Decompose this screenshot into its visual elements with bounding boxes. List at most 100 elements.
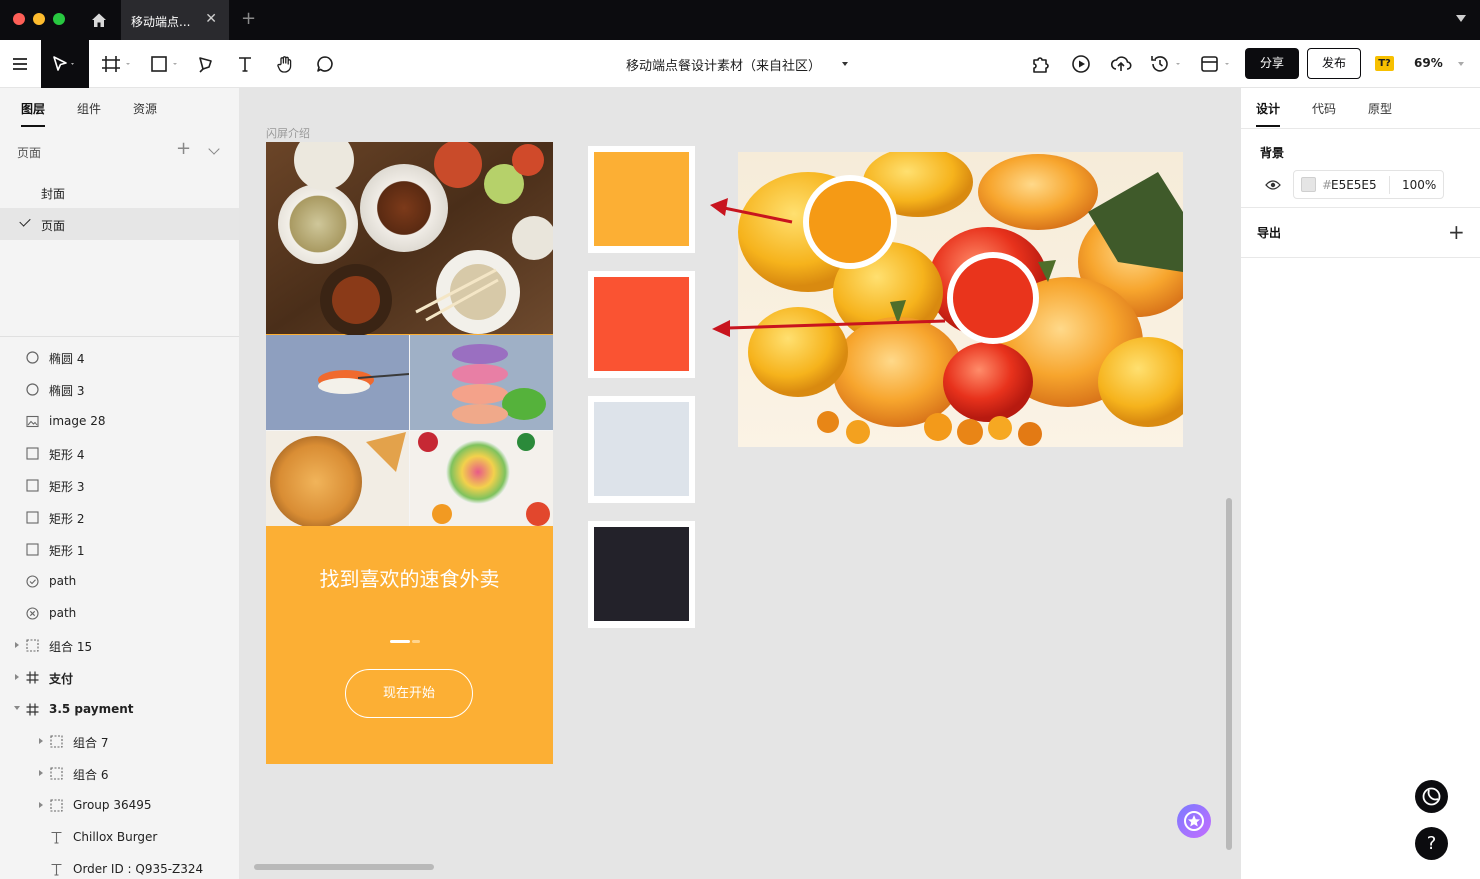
tab-design[interactable]: 设计 (1256, 100, 1280, 117)
color-swatch-dark[interactable] (588, 521, 695, 628)
caret-down-icon[interactable] (14, 706, 20, 710)
layer-row[interactable]: 矩形 3 (0, 470, 239, 502)
missing-font-badge[interactable]: T? (1375, 56, 1394, 71)
background-opacity-input[interactable]: 100% (1402, 178, 1436, 192)
group-icon (26, 639, 39, 652)
shape-tool-button[interactable] (146, 40, 182, 88)
color-swatch-red-orange[interactable] (588, 271, 695, 378)
tab-layers[interactable]: 图层 (21, 100, 45, 117)
tabs-menu-icon[interactable] (1456, 15, 1466, 22)
layer-row[interactable]: 支付 (0, 662, 239, 694)
document-title[interactable]: 移动端点餐设计素材（来自社区） (626, 55, 821, 74)
theme-toggle-button[interactable] (1415, 780, 1448, 813)
layer-row[interactable]: Chillox Burger (0, 822, 239, 854)
layer-name: 3.5 payment (49, 702, 134, 716)
comment-tool-button[interactable] (312, 40, 338, 88)
upload-button[interactable] (1108, 40, 1134, 88)
zoom-caret-icon[interactable] (1458, 62, 1464, 66)
layer-name: Chillox Burger (73, 830, 158, 844)
layer-row[interactable]: 3.5 payment (0, 694, 239, 726)
background-color-chip[interactable] (1301, 177, 1316, 192)
caret-right-icon[interactable] (15, 642, 19, 648)
history-clock-icon (1151, 56, 1180, 72)
frame-tool-button[interactable] (98, 40, 134, 88)
page-item-cover[interactable]: 封面 (0, 176, 239, 208)
swatch-fill (594, 402, 689, 496)
pumpkins-peppers-image[interactable] (738, 152, 1183, 447)
history-button[interactable] (1148, 40, 1184, 88)
text-tool-button[interactable] (232, 40, 258, 88)
document-menu-caret-icon[interactable] (842, 62, 848, 66)
frame-label[interactable]: 闪屏介绍 (266, 125, 310, 141)
start-now-button[interactable]: 现在开始 (345, 669, 473, 718)
document-tab-title: 移动端点... (131, 15, 191, 29)
pointer-arrow-icon (53, 56, 74, 71)
vertical-scrollbar[interactable] (1226, 498, 1232, 850)
layer-row[interactable]: 矩形 2 (0, 502, 239, 534)
tab-code[interactable]: 代码 (1312, 100, 1336, 117)
main-menu-button[interactable] (0, 40, 40, 88)
frame-icon (102, 56, 130, 72)
layer-name: 椭圆 3 (49, 384, 85, 398)
background-hex-input[interactable]: E5E5E5 (1331, 178, 1377, 192)
layer-row[interactable]: Order ID : Q935-Z324 (0, 854, 239, 879)
pen-tool-button[interactable] (192, 40, 220, 88)
layer-name: 组合 7 (73, 736, 109, 750)
layer-row[interactable]: 组合 15 (0, 630, 239, 662)
home-icon[interactable] (90, 11, 108, 29)
maximize-window-button[interactable] (53, 13, 65, 25)
food-collage-image[interactable] (266, 142, 553, 526)
layer-row[interactable]: 组合 6 (0, 758, 239, 790)
minimize-window-button[interactable] (33, 13, 45, 25)
close-window-button[interactable] (13, 13, 25, 25)
collapse-pages-chevron-icon[interactable] (208, 143, 220, 155)
document-tab[interactable]: 移动端点... ✕ (121, 0, 229, 40)
present-button[interactable] (1068, 40, 1094, 88)
horizontal-scrollbar[interactable] (254, 864, 434, 870)
layer-name: 支付 (49, 672, 74, 686)
hand-tool-button[interactable] (272, 40, 298, 88)
splash-headline[interactable]: 找到喜欢的速食外卖 (266, 563, 553, 592)
layer-row[interactable]: 矩形 4 (0, 438, 239, 470)
layer-row[interactable]: 矩形 1 (0, 534, 239, 566)
canvas[interactable]: 闪屏介绍 找到喜欢的速食外卖 现在开始 (240, 88, 1240, 879)
layout-button[interactable] (1198, 40, 1234, 88)
tab-prototype[interactable]: 原型 (1368, 100, 1392, 117)
tab-assets[interactable]: 资源 (133, 100, 157, 117)
layer-row[interactable]: Group 36495 (0, 790, 239, 822)
caret-right-icon[interactable] (39, 770, 43, 776)
layout-panel-icon (1201, 56, 1229, 72)
page-item-page[interactable]: 页面 (0, 208, 239, 240)
color-swatch-light-gray[interactable] (588, 396, 695, 503)
color-swatch-orange[interactable] (588, 146, 695, 253)
ai-assistant-button[interactable] (1177, 804, 1211, 838)
zoom-level[interactable]: 69% (1414, 56, 1443, 70)
layer-row[interactable]: 组合 7 (0, 726, 239, 758)
tab-components[interactable]: 组件 (77, 100, 101, 117)
add-export-button[interactable]: + (1448, 220, 1465, 244)
move-tool-button[interactable] (41, 40, 89, 88)
background-color-field[interactable]: # E5E5E5 100% (1293, 170, 1444, 199)
layer-row[interactable]: 椭圆 4 (0, 342, 239, 374)
page-item-label: 页面 (41, 219, 66, 233)
publish-button[interactable]: 发布 (1307, 48, 1361, 79)
layer-row[interactable]: image 28 (0, 406, 239, 438)
swatch-fill (594, 152, 689, 246)
plugins-button[interactable] (1028, 40, 1054, 88)
layer-row[interactable]: path (0, 598, 239, 630)
new-tab-button[interactable]: + (241, 8, 256, 29)
help-button[interactable]: ? (1415, 827, 1448, 860)
close-tab-icon[interactable]: ✕ (205, 11, 217, 27)
layer-row[interactable]: path (0, 566, 239, 598)
caret-right-icon[interactable] (39, 802, 43, 808)
eye-icon[interactable] (1265, 179, 1281, 191)
caret-right-icon[interactable] (15, 674, 19, 680)
add-page-button[interactable]: + (176, 138, 191, 159)
layer-row[interactable]: 椭圆 3 (0, 374, 239, 406)
share-button[interactable]: 分享 (1245, 48, 1299, 79)
caret-right-icon[interactable] (39, 738, 43, 744)
hand-icon (277, 56, 292, 73)
rectangle-icon (26, 447, 39, 460)
splash-screen-frame[interactable]: 找到喜欢的速食外卖 现在开始 (266, 142, 553, 764)
rectangle-icon (26, 543, 39, 556)
